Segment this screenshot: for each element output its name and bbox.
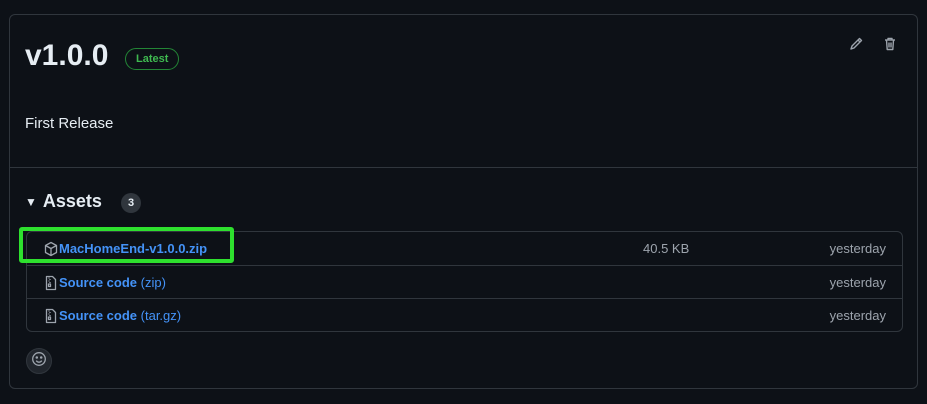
asset-name: Source code [59,308,138,323]
add-reaction-button[interactable] [26,348,52,374]
asset-list: MacHomeEnd-v1.0.0.zip 40.5 KB yesterday … [26,231,903,332]
asset-name: MacHomeEnd-v1.0.0.zip [59,241,208,256]
asset-name: Source code [59,275,138,290]
edit-release-button[interactable] [847,37,865,55]
latest-badge: Latest [125,48,180,70]
asset-size: 40.5 KB [643,241,690,256]
release-description: First Release [25,115,114,132]
source-code-zip-link[interactable]: Source code (zip) [59,275,166,290]
asset-row: Source code (zip) yesterday [27,265,902,299]
assets-toggle[interactable]: ▼ Assets [25,191,102,212]
asset-suffix: (tar.gz) [137,308,182,323]
delete-release-button[interactable] [881,37,899,55]
release-card: v1.0.0 Latest First Release ▼ Assets 3 M… [9,14,918,389]
source-code-targz-link[interactable]: Source code (tar.gz) [59,308,181,323]
asset-time: yesterday [829,241,886,256]
asset-time: yesterday [829,308,886,323]
trash-icon [882,36,898,57]
asset-download-link[interactable]: MacHomeEnd-v1.0.0.zip [59,241,207,256]
smiley-icon [31,351,47,372]
asset-row: Source code (tar.gz) yesterday [27,298,902,332]
assets-title: Assets [42,191,102,211]
release-title[interactable]: v1.0.0 [25,39,108,73]
file-zip-icon [43,308,59,324]
pencil-icon [848,36,864,57]
asset-row: MacHomeEnd-v1.0.0.zip 40.5 KB yesterday [27,232,902,265]
asset-suffix: (zip) [137,275,166,290]
divider [10,167,917,168]
asset-time: yesterday [829,275,886,290]
caret-down-icon: ▼ [25,194,37,209]
package-icon [43,241,59,257]
file-zip-icon [43,275,59,291]
assets-count-badge: 3 [121,193,141,213]
